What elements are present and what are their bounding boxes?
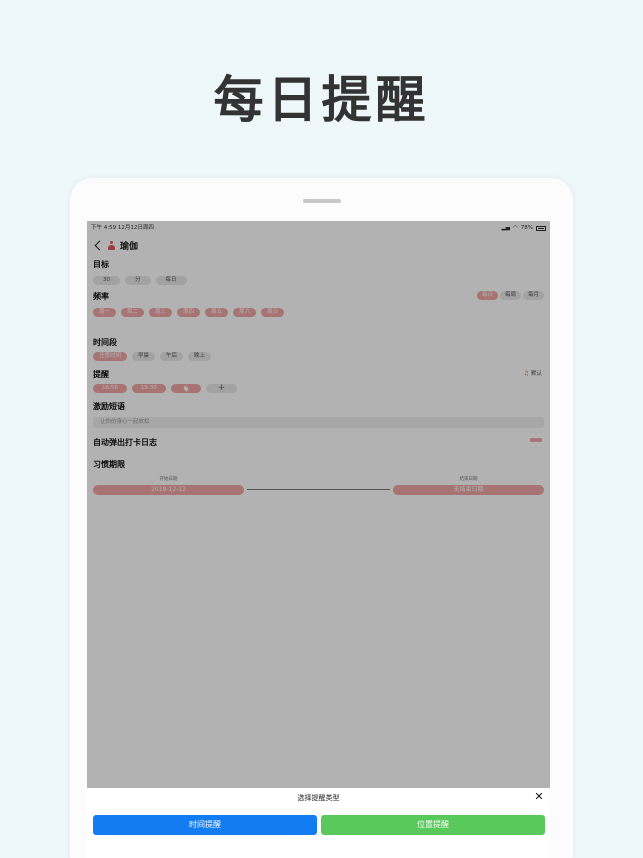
time-reminder-button[interactable]: 时间提醒: [93, 815, 317, 835]
tablet-frame: 下午 4:59 12月12日周四 ▂▄ ◠ 78% 瑜伽 目标 30 分 每日: [70, 178, 573, 858]
dim-overlay[interactable]: [87, 221, 550, 788]
speaker-grille: [303, 199, 341, 203]
app-screen: 下午 4:59 12月12日周四 ▂▄ ◠ 78% 瑜伽 目标 30 分 每日: [87, 221, 550, 858]
page-headline: 每日提醒: [213, 71, 430, 129]
reminder-type-sheet: 选择提醒类型 ✕ 时间提醒 位置提醒: [87, 788, 550, 858]
location-reminder-button[interactable]: 位置提醒: [321, 815, 545, 835]
sheet-title: 选择提醒类型: [297, 794, 340, 802]
close-icon[interactable]: ✕: [534, 791, 544, 802]
